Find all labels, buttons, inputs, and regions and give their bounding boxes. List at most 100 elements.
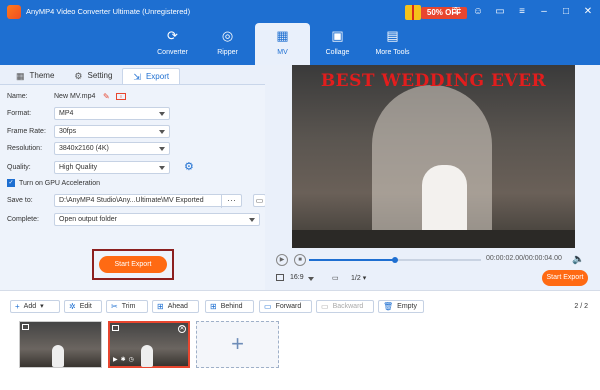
nav-tab-ripper[interactable]: ◎ Ripper [200,23,255,65]
chat-icon[interactable]: ▭ [494,4,506,20]
key-icon[interactable]: ⚿ [450,4,462,20]
collage-icon: ▣ [331,28,344,43]
clock-icon[interactable]: ◷ [129,356,134,363]
clip-thumbnail-selected[interactable]: ✕ ▶ ✱ ◷ [108,321,190,368]
backward-label: Backward [332,303,364,310]
complete-select[interactable]: Open output folder [54,213,260,226]
aspect-ratio-icon [276,274,284,281]
nav-tab-mv[interactable]: ▦ MV [255,23,310,65]
quality-label: Quality: [7,164,31,171]
export-settings-panel: ▦ Theme ⚙ Setting ⇲ Export Name: New MV.… [0,65,266,290]
nav-tab-more-tools[interactable]: ▤ More Tools [365,23,420,65]
play-icon[interactable]: ▶ [276,254,288,266]
maximize-icon[interactable]: □ [560,4,572,20]
close-icon[interactable]: ✕ [178,325,186,333]
clip-type-icon [22,324,29,330]
play-icon[interactable]: ▶ [113,356,118,363]
edit-label: Edit [79,303,92,310]
ahead-button[interactable]: ⊞ Ahead [152,300,199,313]
tab-setting[interactable]: ⚙ Setting [64,68,122,84]
effect-icon[interactable]: ✱ [121,356,126,363]
clip-thumbnail[interactable] [19,321,102,368]
file-info-icon[interactable]: ≡ [116,93,126,100]
trim-button[interactable]: ✂ Trim [106,300,148,313]
complete-value: Open output folder [59,216,117,223]
close-icon[interactable]: ✕ [582,4,594,20]
tab-export[interactable]: ⇲ Export [122,68,181,84]
add-clip-slot[interactable]: + [196,321,279,368]
forward-button[interactable]: ▭ Forward [259,300,312,313]
tab-label: Export [145,71,170,81]
app-header: AnyMP4 Video Converter Ultimate (Unregis… [0,0,600,65]
frame-rate-value: 30fps [59,128,77,135]
chevron-down-icon [307,277,314,281]
quality-select[interactable]: High Quality [54,161,170,174]
save-path-field[interactable]: D:\AnyMP4 Studio\Any...Ultimate\MV Expor… [54,194,242,208]
video-preview[interactable]: BEST WEDDING EVER [292,65,575,248]
tab-theme[interactable]: ▦ Theme [6,68,64,84]
complete-label: Complete: [7,216,39,223]
empty-button[interactable]: 🗑 Empty [378,300,424,313]
tab-label: Theme [29,71,55,80]
resolution-select[interactable]: 3840x2160 (4K) [54,142,170,155]
clip-toolbar: + Add ▾ ✲ Edit ✂ Trim ⊞ Ahead ⊞ Behind ▭… [0,290,600,320]
add-button[interactable]: + Add ▾ [10,300,60,313]
browse-button[interactable]: ··· [221,195,241,208]
chevron-down-icon [159,166,165,170]
edit-pen-icon[interactable]: ✎ [103,90,110,103]
converter-icon: ⟳ [167,28,178,43]
title-bar: AnyMP4 Video Converter Ultimate (Unregis… [0,0,600,24]
aspect-ratio-select[interactable]: 16:9 [276,274,314,281]
bride-shape [52,344,65,367]
user-icon[interactable]: ☺ [472,4,484,20]
resolution-label: Resolution: [7,145,43,152]
screen-select[interactable]: ▭ [332,274,339,282]
trim-label: Trim [121,303,136,310]
menu-icon[interactable]: ≡ [516,4,528,20]
main-nav: ⟳ Converter ◎ Ripper ▦ MV ▣ Collage ▤ Mo… [145,23,420,65]
save-to-label: Save to: [7,197,33,204]
frame-rate-label: Frame Rate: [7,128,46,135]
add-label: Add [23,303,37,310]
gpu-checkbox[interactable]: ✓ [7,179,15,187]
screen-value: 1/2 [351,275,361,282]
nav-tab-collage[interactable]: ▣ Collage [310,23,365,65]
start-export-button[interactable]: Start Export [99,256,167,273]
format-label: Format: [7,110,32,117]
chevron-down-icon: ▾ [362,275,367,282]
resolution-row: Resolution: 3840x2160 (4K) [7,142,259,155]
trash-icon: 🗑 [383,302,394,311]
behind-icon: ⊞ [210,302,217,311]
minimize-icon[interactable]: – [538,4,550,20]
nav-tab-label: Converter [157,49,188,56]
forward-label: Forward [275,303,302,310]
seek-handle[interactable] [392,257,398,263]
toolbox-icon: ▤ [386,28,399,43]
nav-tab-converter[interactable]: ⟳ Converter [145,23,200,65]
frame-rate-select[interactable]: 30fps [54,125,170,138]
start-export-highlight: Start Export [92,249,174,280]
monitor-icon: ▭ [332,275,339,282]
magic-wand-icon: ✲ [69,302,76,311]
edit-button[interactable]: ✲ Edit [64,300,102,313]
format-select[interactable]: MP4 [54,107,170,120]
clip-type-icon [112,325,119,331]
behind-button[interactable]: ⊞ Behind [205,300,254,313]
video-title-overlay: BEST WEDDING EVER [320,71,547,91]
stop-icon[interactable]: ■ [294,254,306,266]
empty-label: Empty [397,303,417,310]
backward-icon: ▭ [321,302,329,311]
nav-tab-label: Ripper [217,49,238,56]
scissors-icon: ✂ [111,302,118,311]
nav-tab-label: Collage [325,49,350,56]
volume-icon[interactable]: 🔈 [572,254,584,265]
tab-label: Setting [87,71,113,80]
chevron-down-icon [159,147,165,151]
backward-button[interactable]: ▭ Backward [316,300,374,313]
screen-value-wrap[interactable]: 1/2 ▾ [351,274,366,282]
gear-icon[interactable]: ⚙ [184,162,195,173]
chevron-down-icon [159,112,165,116]
start-export-button-secondary[interactable]: Start Export [542,270,588,286]
seek-bar[interactable] [309,257,481,263]
aspect-ratio-value: 16:9 [290,274,304,281]
